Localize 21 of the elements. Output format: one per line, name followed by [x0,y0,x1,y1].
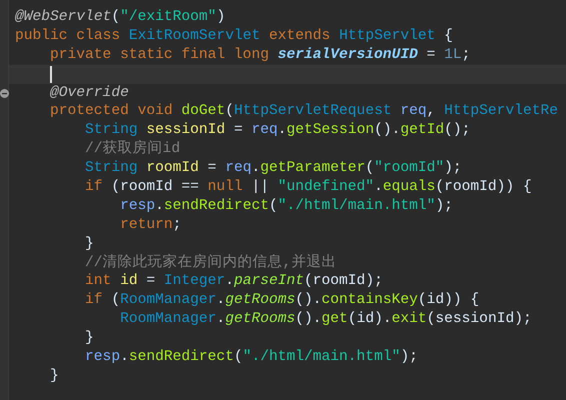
code-line: public class ExitRoomServlet extends HttpServlet { [14,26,454,46]
code-editor[interactable] [0,0,566,400]
code-line: resp.sendRedirect("./html/main.html"); [119,196,454,216]
code-line: return; [119,216,182,235]
code-line: if (RoomManager.getRooms().containsKey(id)) { [84,291,480,310]
code-line: } [84,234,95,254]
code-line: int id = Integer.parseInt(roomId); [84,272,384,292]
code-line: String sessionId = req.getSession().getId(); [84,121,472,140]
code-line: @WebServlet("/exitRoom") [14,8,226,27]
code-line: } [84,329,95,348]
code-line: @Override [49,84,130,102]
code-line: protected void doGet(HttpServletRequest req, HttpServletRe [49,102,559,122]
code-line: RoomManager.getRooms().get(id).exit(sessionId); [119,310,533,330]
code-line: String roomId = req.getParameter("roomId"); [84,159,463,178]
code-line: //获取房间id [84,140,182,160]
code-line: if (roomId == null || "undefined".equals(roomId)) { [84,178,533,197]
code-line: private static final long serialVersionUID = 1L; [49,46,472,65]
collapse-icon[interactable] [0,88,9,98]
code-line: } [49,366,60,386]
code-line: //清除此玩家在房间内的信息,并退出 [84,254,338,272]
code-line: resp.sendRedirect("./html/main.html"); [84,348,419,367]
